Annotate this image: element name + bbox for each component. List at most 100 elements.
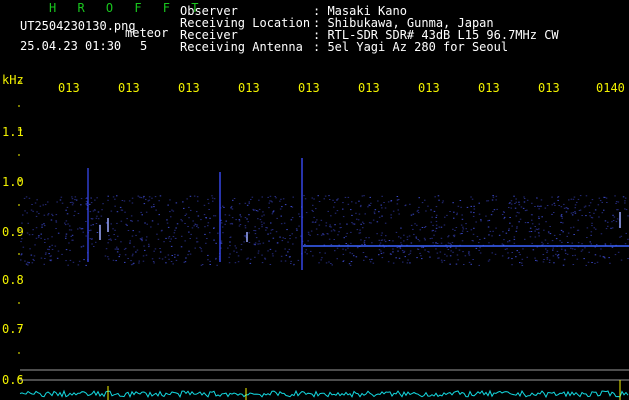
noise-speck (378, 249, 381, 251)
noise-speck (318, 224, 321, 226)
noise-speck (166, 222, 169, 224)
noise-speck (228, 262, 231, 264)
noise-speck (196, 225, 198, 227)
noise-speck (449, 211, 451, 212)
noise-speck (530, 231, 533, 232)
noise-speck (180, 219, 182, 221)
power-trace (19, 389, 629, 399)
noise-speck (565, 252, 567, 254)
noise-speck (359, 206, 362, 208)
noise-speck (40, 233, 42, 235)
noise-speck (417, 212, 420, 214)
noise-speck (116, 248, 118, 250)
noise-speck (514, 207, 517, 209)
noise-speck (306, 253, 308, 255)
noise-speck (382, 252, 385, 254)
noise-speck (498, 234, 501, 236)
noise-speck (435, 224, 438, 226)
noise-speck (197, 227, 200, 229)
noise-speck (118, 256, 120, 258)
noise-speck (189, 253, 192, 255)
noise-speck (336, 247, 339, 249)
noise-speck (551, 240, 554, 242)
noise-speck (194, 247, 196, 249)
noise-speck (292, 196, 294, 198)
noise-speck (127, 258, 129, 259)
noise-speck (546, 251, 548, 253)
noise-speck (65, 220, 68, 222)
noise-speck (347, 247, 349, 249)
noise-speck (329, 224, 331, 226)
noise-speck (232, 199, 234, 201)
noise-speck (350, 242, 352, 244)
noise-speck (214, 215, 217, 217)
noise-speck (536, 197, 538, 199)
noise-speck (398, 213, 400, 215)
noise-speck (78, 260, 81, 262)
noise-speck (233, 250, 235, 252)
noise-speck (395, 231, 398, 233)
noise-speck (368, 204, 370, 206)
noise-speck (442, 200, 444, 202)
noise-speck (332, 229, 335, 231)
noise-speck (331, 264, 333, 266)
noise-speck (286, 229, 288, 231)
noise-speck (196, 224, 199, 226)
noise-speck (561, 217, 563, 219)
noise-speck (110, 223, 112, 225)
noise-speck (282, 198, 285, 200)
noise-speck (555, 238, 558, 240)
noise-speck (594, 262, 596, 264)
noise-speck (506, 248, 508, 250)
noise-speck (545, 221, 547, 223)
noise-speck (424, 239, 426, 241)
noise-speck (524, 210, 527, 212)
noise-speck (564, 249, 566, 251)
noise-speck (204, 226, 206, 228)
noise-speck (29, 248, 31, 250)
noise-speck (95, 217, 98, 219)
noise-speck (188, 231, 190, 233)
noise-speck (92, 210, 95, 212)
noise-speck (514, 203, 516, 204)
noise-speck (280, 223, 283, 225)
noise-speck (461, 218, 464, 220)
noise-speck (235, 219, 237, 221)
noise-speck (378, 216, 381, 218)
noise-speck (509, 222, 511, 224)
noise-speck (189, 195, 192, 197)
noise-speck (534, 226, 536, 227)
noise-speck (571, 248, 574, 250)
noise-speck (534, 230, 536, 232)
noise-speck (207, 198, 209, 200)
noise-speck (35, 215, 38, 217)
noise-speck (165, 237, 167, 239)
noise-speck (513, 236, 516, 238)
noise-speck (222, 232, 224, 234)
noise-speck (191, 227, 194, 229)
noise-speck (229, 223, 232, 225)
noise-speck (267, 196, 269, 198)
noise-speck (357, 219, 360, 221)
noise-speck (350, 231, 352, 233)
noise-speck (595, 228, 597, 230)
noise-speck (365, 237, 367, 239)
noise-speck (28, 262, 30, 264)
noise-speck (175, 259, 178, 261)
noise-speck (604, 220, 607, 222)
noise-speck (54, 245, 57, 247)
noise-speck (368, 222, 371, 224)
noise-speck (137, 195, 139, 197)
noise-speck (422, 246, 425, 248)
noise-speck (31, 204, 33, 205)
noise-speck (209, 217, 211, 219)
noise-speck (67, 223, 69, 225)
noise-speck (563, 203, 565, 205)
noise-speck (80, 198, 83, 200)
noise-speck (505, 232, 508, 234)
noise-speck (403, 240, 405, 242)
noise-speck (479, 239, 481, 240)
noise-speck (381, 207, 383, 209)
noise-speck (557, 196, 559, 198)
noise-speck (89, 211, 92, 213)
